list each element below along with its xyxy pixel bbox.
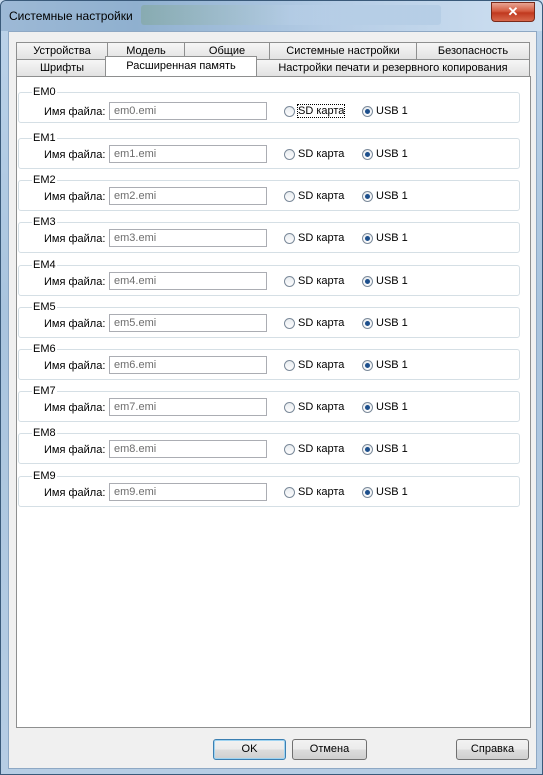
tab-devices[interactable]: Устройства [16, 42, 108, 59]
sd-card-radio[interactable] [284, 106, 295, 117]
tab-print-backup-settings[interactable]: Настройки печати и резервного копировани… [256, 59, 530, 76]
cancel-button[interactable]: Отмена [292, 739, 367, 760]
filename-input[interactable] [109, 314, 267, 332]
usb1-radio[interactable] [362, 233, 373, 244]
filename-input[interactable] [109, 356, 267, 374]
usb1-radio[interactable] [362, 149, 373, 160]
filename-input[interactable] [109, 398, 267, 416]
filename-input[interactable] [109, 145, 267, 163]
background-blur [141, 5, 441, 25]
sd-card-radio[interactable] [284, 360, 295, 371]
slot-title: EM5 [32, 301, 57, 313]
usb1-radio[interactable] [362, 444, 373, 455]
sd-card-radio[interactable] [284, 191, 295, 202]
usb1-label[interactable]: USB 1 [376, 105, 408, 117]
filename-input[interactable] [109, 229, 267, 247]
filename-input[interactable] [109, 272, 267, 290]
filename-label: Имя файла: [44, 318, 106, 330]
filename-label: Имя файла: [44, 487, 106, 499]
slot-title: EM6 [32, 343, 57, 355]
usb1-label[interactable]: USB 1 [376, 232, 408, 244]
sd-card-label[interactable]: SD карта [298, 443, 344, 455]
filename-label: Имя файла: [44, 149, 106, 161]
slot-title: EM9 [32, 470, 57, 482]
tab-extended-memory[interactable]: Расширенная память [105, 56, 257, 76]
usb1-label[interactable]: USB 1 [376, 401, 408, 413]
slot-title: EM8 [32, 427, 57, 439]
slot-title: EM3 [32, 216, 57, 228]
sd-card-radio[interactable] [284, 444, 295, 455]
sd-card-radio[interactable] [284, 233, 295, 244]
sd-card-radio[interactable] [284, 276, 295, 287]
sd-card-label[interactable]: SD карта [296, 104, 346, 118]
sd-card-radio[interactable] [284, 402, 295, 413]
settings-window: Системные настройки ✕ Устройства Модель … [0, 0, 543, 775]
sd-card-radio[interactable] [284, 487, 295, 498]
tab-security[interactable]: Безопасность [416, 42, 530, 59]
help-button[interactable]: Справка [456, 739, 529, 760]
filename-input[interactable] [109, 483, 267, 501]
title-bar[interactable]: Системные настройки ✕ [1, 1, 542, 31]
slot-title: EM0 [32, 86, 57, 98]
usb1-label[interactable]: USB 1 [376, 275, 408, 287]
usb1-label[interactable]: USB 1 [376, 148, 408, 160]
sd-card-radio[interactable] [284, 149, 295, 160]
slot-title: EM2 [32, 174, 57, 186]
slot-title: EM1 [32, 132, 57, 144]
close-button[interactable]: ✕ [491, 2, 535, 22]
slot-title: EM4 [32, 259, 57, 271]
filename-label: Имя файла: [44, 444, 106, 456]
tab-system-settings[interactable]: Системные настройки [269, 42, 417, 59]
filename-label: Имя файла: [44, 233, 106, 245]
sd-card-label[interactable]: SD карта [298, 190, 344, 202]
usb1-label[interactable]: USB 1 [376, 486, 408, 498]
ok-button[interactable]: OK [213, 739, 286, 760]
filename-input[interactable] [109, 187, 267, 205]
usb1-label[interactable]: USB 1 [376, 317, 408, 329]
usb1-radio[interactable] [362, 360, 373, 371]
usb1-radio[interactable] [362, 318, 373, 329]
usb1-label[interactable]: USB 1 [376, 443, 408, 455]
filename-input[interactable] [109, 440, 267, 458]
sd-card-label[interactable]: SD карта [298, 148, 344, 160]
usb1-radio[interactable] [362, 106, 373, 117]
sd-card-label[interactable]: SD карта [298, 486, 344, 498]
filename-label: Имя файла: [44, 402, 106, 414]
sd-card-label[interactable]: SD карта [298, 401, 344, 413]
sd-card-label[interactable]: SD карта [298, 359, 344, 371]
usb1-radio[interactable] [362, 191, 373, 202]
sd-card-label[interactable]: SD карта [298, 232, 344, 244]
sd-card-radio[interactable] [284, 318, 295, 329]
usb1-radio[interactable] [362, 487, 373, 498]
filename-label: Имя файла: [44, 360, 106, 372]
usb1-label[interactable]: USB 1 [376, 359, 408, 371]
usb1-radio[interactable] [362, 402, 373, 413]
window-title: Системные настройки [9, 9, 133, 23]
sd-card-label[interactable]: SD карта [298, 317, 344, 329]
sd-card-label[interactable]: SD карта [298, 275, 344, 287]
usb1-radio[interactable] [362, 276, 373, 287]
filename-input[interactable] [109, 102, 267, 120]
slot-title: EM7 [32, 385, 57, 397]
filename-label: Имя файла: [44, 191, 106, 203]
filename-label: Имя файла: [44, 276, 106, 288]
tab-fonts[interactable]: Шрифты [16, 59, 108, 76]
filename-label: Имя файла: [44, 106, 106, 118]
usb1-label[interactable]: USB 1 [376, 190, 408, 202]
